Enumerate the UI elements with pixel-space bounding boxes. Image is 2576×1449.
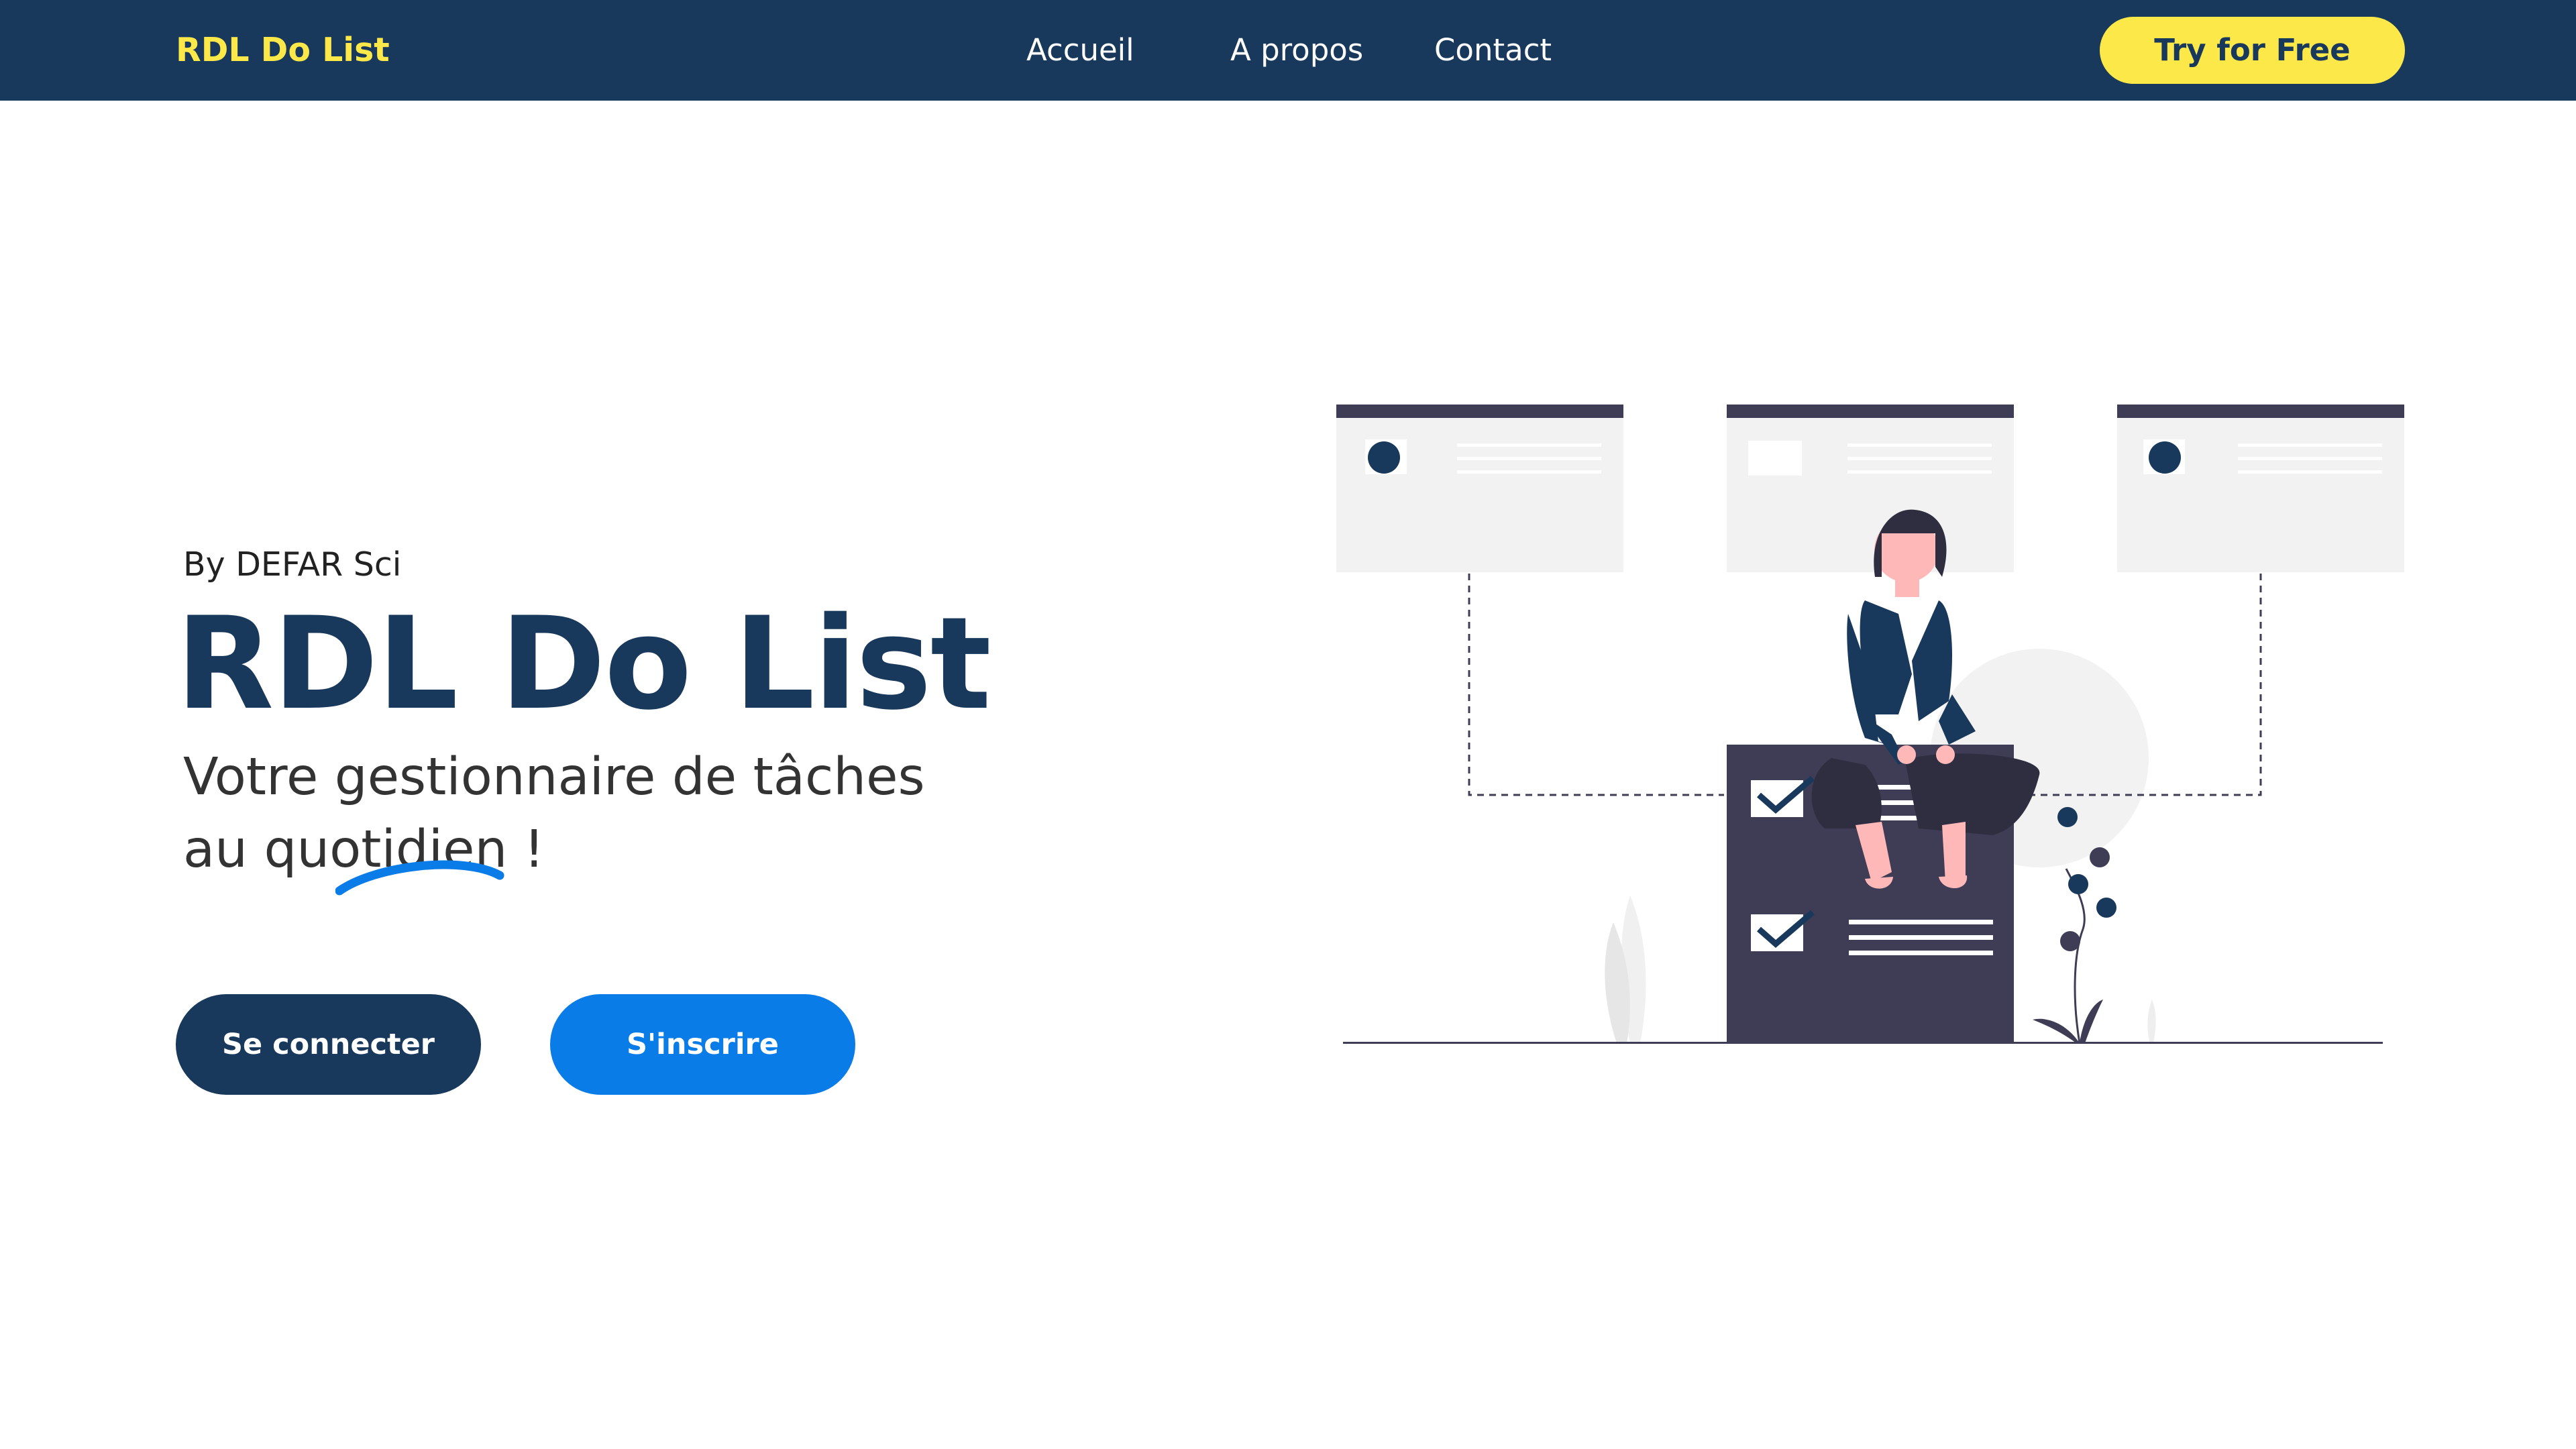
task-card-2 bbox=[1727, 405, 2014, 572]
sinscrire-button[interactable]: S'inscrire bbox=[550, 994, 855, 1095]
top-navbar: RDL Do List Accueil A propos Contact Try… bbox=[0, 0, 2576, 101]
hero-subtitle-line-2: au quotidien ! bbox=[183, 820, 545, 879]
woman-sitting-on-task-list-illustration bbox=[1336, 405, 2404, 1044]
nav-link-accueil[interactable]: Accueil bbox=[1026, 27, 1134, 74]
ground-line bbox=[1343, 1042, 2383, 1044]
hero-subtitle-line-1: Votre gestionnaire de tâches bbox=[183, 747, 925, 807]
task-card-1 bbox=[1336, 405, 1623, 572]
brand-logo[interactable]: RDL Do List bbox=[176, 27, 390, 74]
task-card-3 bbox=[2117, 405, 2404, 572]
hero-title: RDL Do List bbox=[176, 590, 991, 738]
hero-byline: By DEFAR Sci bbox=[183, 545, 402, 584]
hero-subtitle: Votre gestionnaire de tâches au quotidie… bbox=[183, 741, 925, 886]
nav-link-a-propos[interactable]: A propos bbox=[1230, 27, 1363, 74]
leaf-decoration-3 bbox=[2147, 1000, 2156, 1043]
brush-underline-icon bbox=[335, 860, 504, 896]
nav-link-contact[interactable]: Contact bbox=[1434, 27, 1552, 74]
se-connecter-button[interactable]: Se connecter bbox=[176, 994, 481, 1095]
try-for-free-button[interactable]: Try for Free bbox=[2100, 17, 2405, 84]
